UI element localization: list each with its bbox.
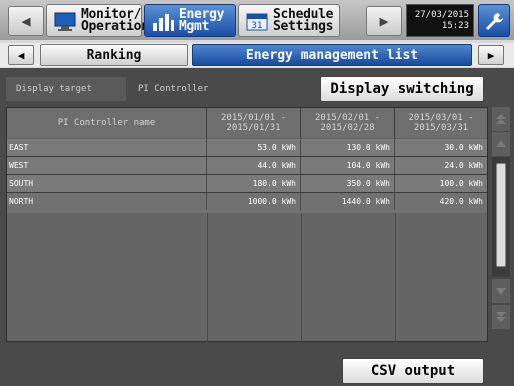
double-down-icon xyxy=(496,312,506,322)
menu-prev-button[interactable]: ◀ xyxy=(8,6,44,36)
scroll-bottom-button[interactable] xyxy=(492,305,510,329)
energy-table: PI Controller name 2015/01/01 - 2015/01/… xyxy=(6,107,488,342)
table-row[interactable]: SOUTH 180.0 kWh 350.0 kWh 100.0 kWh xyxy=(7,175,487,193)
row-name: EAST xyxy=(7,139,207,156)
column-header-jan: 2015/01/01 - 2015/01/31 xyxy=(207,108,301,138)
triangle-right-icon: ▶ xyxy=(379,12,389,30)
row-value: 100.0 kWh xyxy=(439,179,483,188)
scroll-thumb[interactable] xyxy=(496,163,506,267)
energy-mgmt-button[interactable]: Energy Mgmt xyxy=(144,4,236,37)
csv-output-button[interactable]: CSV output xyxy=(342,358,484,384)
tab-energy-management-list[interactable]: Energy management list xyxy=(192,44,472,66)
triangle-left-icon: ◀ xyxy=(17,48,25,62)
tab-ranking[interactable]: Ranking xyxy=(40,44,188,66)
row-value: 44.0 kWh xyxy=(207,157,301,174)
monitor-operation-button[interactable]: Monitor/ Operation xyxy=(46,4,149,37)
row-value: 30.0 kWh xyxy=(444,143,483,152)
table-row[interactable]: EAST 53.0 kWh 130.0 kWh 30.0 kWh xyxy=(7,139,487,157)
time-text: 15:23 xyxy=(441,21,469,31)
tab-bar: ◀ Ranking Energy management list ▶ xyxy=(0,43,514,67)
row-value: 1440.0 kWh xyxy=(301,193,395,210)
schedule-settings-button[interactable]: 31 Schedule Settings xyxy=(238,4,340,37)
triangle-right-icon: ▶ xyxy=(487,48,495,62)
maintenance-button[interactable] xyxy=(478,4,510,37)
top-menu-bar: ◀ Monitor/ Operation Energy Mgmt 31 Sche… xyxy=(0,0,514,40)
chevron-down-icon xyxy=(496,288,506,295)
row-value: 130.0 kWh xyxy=(301,139,395,156)
tab-prev-button[interactable]: ◀ xyxy=(8,45,34,65)
energy-label-line2: Mgmt xyxy=(179,18,210,34)
display-switching-button[interactable]: Display switching xyxy=(320,76,484,102)
header-mar-line2: 2015/03/31 xyxy=(413,123,469,133)
row-value: 180.0 kWh xyxy=(207,175,301,192)
chevron-up-icon xyxy=(496,140,506,147)
scroll-down-button[interactable] xyxy=(492,279,510,303)
energy-chart-icon xyxy=(153,13,174,31)
table-row[interactable]: NORTH 1000.0 kWh 1440.0 kWh 420.0 kWh xyxy=(7,193,487,213)
row-value: 350.0 kWh xyxy=(301,175,395,192)
row-value: 104.0 kWh xyxy=(301,157,395,174)
header-feb-line1: 2015/02/01 - xyxy=(314,113,381,123)
header-jan-line1: 2015/01/01 - xyxy=(220,113,287,123)
menu-next-button[interactable]: ▶ xyxy=(366,6,402,36)
wrench-icon xyxy=(486,12,503,30)
column-header-feb: 2015/02/01 - 2015/02/28 xyxy=(301,108,395,138)
table-row[interactable]: WEST 44.0 kWh 104.0 kWh 24.0 kWh xyxy=(7,157,487,175)
schedule-label-line2: Settings xyxy=(273,18,334,34)
svg-text:31: 31 xyxy=(251,21,262,31)
scroll-top-button[interactable] xyxy=(492,107,510,131)
column-header-mar: 2015/03/01 - 2015/03/31 xyxy=(395,108,487,138)
row-value: 420.0 kWh xyxy=(439,197,483,206)
date-time-display: 27/03/2015 15:23 xyxy=(406,4,474,37)
display-target-label: Display target xyxy=(6,77,126,101)
row-name: SOUTH xyxy=(7,175,207,192)
column-header-name: PI Controller name xyxy=(7,108,207,138)
monitor-label-line2: Operation xyxy=(81,18,149,34)
triangle-left-icon: ◀ xyxy=(21,12,31,30)
header-name-line1: PI Controller name xyxy=(57,118,156,128)
header-jan-line2: 2015/01/31 xyxy=(226,123,281,133)
vertical-scrollbar[interactable] xyxy=(492,107,510,335)
row-name: WEST xyxy=(7,157,207,174)
double-up-icon xyxy=(496,114,506,124)
row-name: NORTH xyxy=(7,193,207,210)
scroll-track[interactable] xyxy=(492,157,510,277)
row-value: 24.0 kWh xyxy=(444,161,483,170)
calendar-icon: 31 xyxy=(246,13,268,31)
tab-next-button[interactable]: ▶ xyxy=(478,45,504,65)
monitor-icon xyxy=(54,12,76,31)
date-text: 27/03/2015 xyxy=(414,10,469,20)
header-feb-line2: 2015/02/28 xyxy=(320,123,375,133)
row-value: 53.0 kWh xyxy=(207,139,301,156)
scroll-up-button[interactable] xyxy=(492,132,510,156)
display-target-value: PI Controller xyxy=(138,84,209,94)
row-value: 1000.0 kWh xyxy=(207,193,301,210)
header-mar-line1: 2015/03/01 - xyxy=(408,113,474,123)
